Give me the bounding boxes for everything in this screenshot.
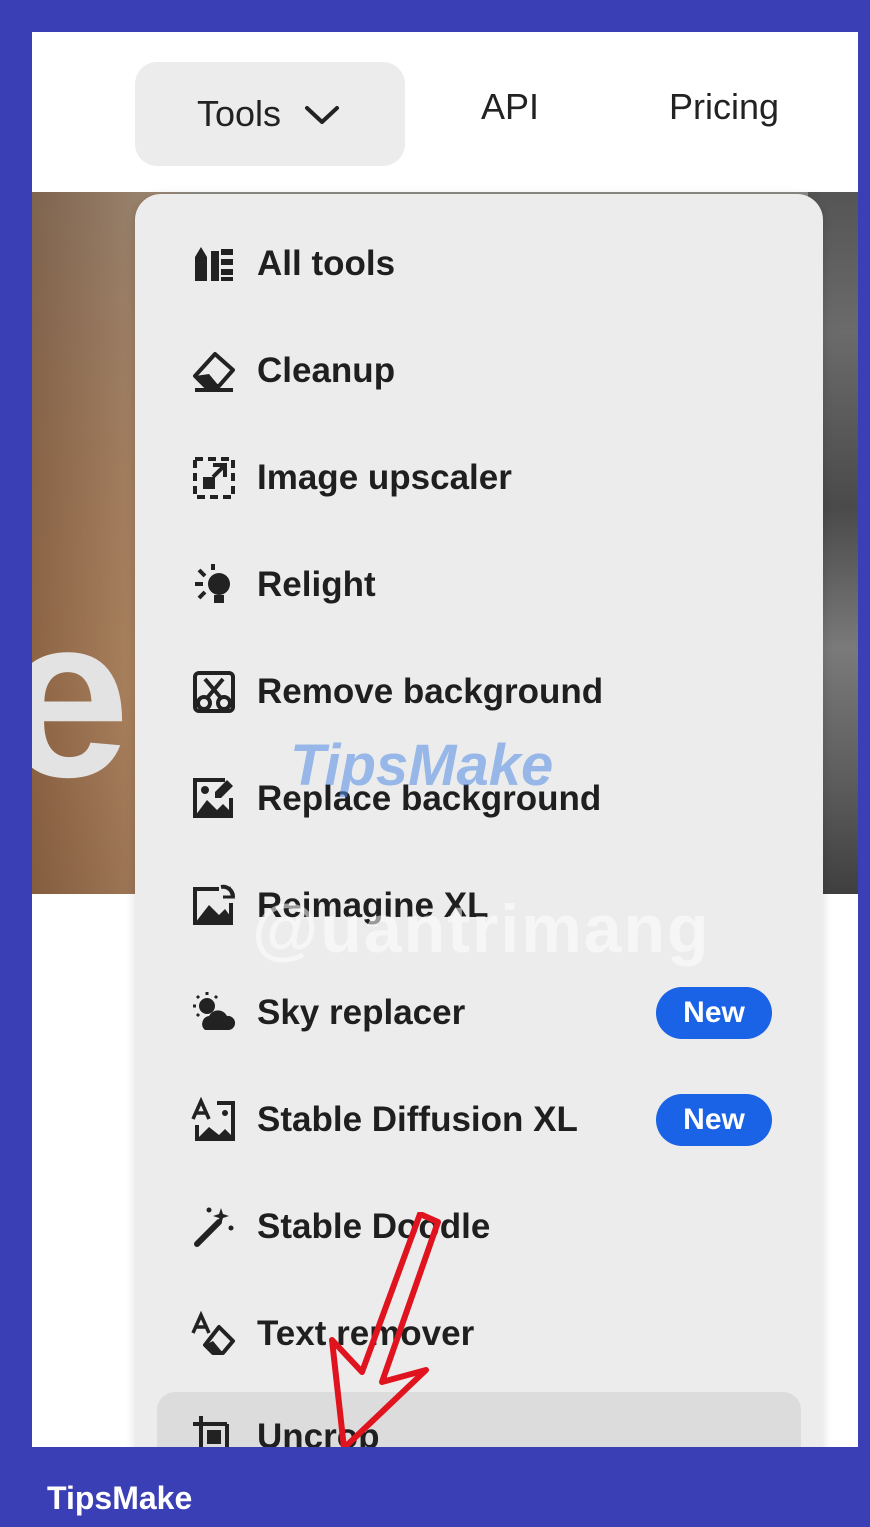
tools-label: Tools [196, 93, 282, 134]
menu-item-label: Relight [257, 565, 376, 604]
hero-heading-fragment: e [32, 568, 130, 825]
menu-item-label: All tools [257, 244, 396, 283]
menu-item-label: Image upscaler [257, 458, 512, 497]
menu-item-uncrop[interactable]: Uncrop [157, 1392, 801, 1447]
menu-item-stable-doodle[interactable]: Stable Doodle [135, 1182, 823, 1272]
menu-item-label: Replace background [257, 779, 602, 818]
menu-item-label: Reimagine XL [257, 886, 489, 925]
menu-item-label: Stable Diffusion XL [257, 1100, 578, 1139]
tools-dropdown-menu: All tools Cleanup Image upscaler Relight [135, 194, 823, 1447]
menu-item-stable-diffusion-xl[interactable]: Stable Diffusion XL New [135, 1075, 823, 1165]
scissors-icon [190, 668, 238, 716]
menu-item-sky-replacer[interactable]: Sky replacer New [135, 968, 823, 1058]
browser-viewport: Tools API Pricing e All tools Cleanup Im… [32, 32, 858, 1447]
menu-item-label: Stable Doodle [257, 1207, 491, 1246]
menu-item-reimagine-xl[interactable]: Reimagine XL [135, 861, 823, 951]
eraser-icon [190, 347, 238, 395]
menu-item-label: Uncrop [257, 1417, 380, 1447]
footer-bar: TipsMake [0, 1447, 870, 1527]
api-link[interactable]: API [481, 86, 539, 128]
footer-brand-label: TipsMake [47, 1480, 193, 1516]
new-badge: New [656, 987, 772, 1039]
menu-item-cleanup[interactable]: Cleanup [135, 326, 823, 416]
new-badge: New [656, 1094, 772, 1146]
magic-wand-icon [190, 1203, 238, 1251]
menu-item-remove-background[interactable]: Remove background [135, 647, 823, 737]
text-eraser-icon [190, 1310, 238, 1358]
top-navbar: Tools API Pricing [32, 32, 858, 192]
menu-item-relight[interactable]: Relight [135, 540, 823, 630]
upscale-icon [190, 454, 238, 502]
all-tools-icon [190, 240, 238, 288]
uncrop-icon [190, 1413, 238, 1447]
sky-icon [190, 989, 238, 1037]
text-to-image-icon [190, 1096, 238, 1144]
image-replace-icon [190, 775, 238, 823]
tools-menu-button[interactable]: Tools [135, 62, 405, 166]
reimagine-icon [190, 882, 238, 930]
menu-item-label: Sky replacer [257, 993, 466, 1032]
menu-item-label: Remove background [257, 672, 604, 711]
menu-item-label: Cleanup [257, 351, 396, 390]
menu-item-label: Text remover [257, 1314, 475, 1353]
menu-item-all-tools[interactable]: All tools [135, 219, 823, 309]
pricing-link[interactable]: Pricing [669, 86, 779, 128]
lightbulb-icon [190, 561, 238, 609]
menu-item-text-remover[interactable]: Text remover [135, 1289, 823, 1379]
menu-item-replace-background[interactable]: Replace background [135, 754, 823, 844]
chevron-down-icon [305, 106, 340, 124]
menu-item-image-upscaler[interactable]: Image upscaler [135, 433, 823, 523]
